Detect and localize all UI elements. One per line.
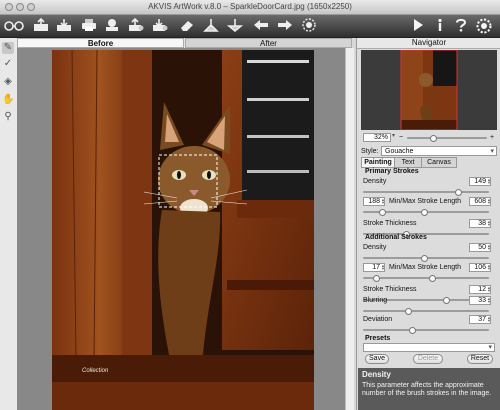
zoom-track[interactable] bbox=[407, 137, 487, 139]
forward-icon[interactable] bbox=[276, 18, 294, 34]
hand-tool-icon[interactable]: ✋ bbox=[2, 94, 14, 106]
additional-strokes-title: Additional Strokes bbox=[365, 234, 427, 241]
style-row: Style: Gouache ▾ bbox=[361, 146, 497, 156]
additional-max-field[interactable]: 106 ▲ ▼ bbox=[469, 263, 491, 272]
presets-title: Presets bbox=[365, 335, 391, 342]
reset-button[interactable]: Reset bbox=[467, 354, 493, 364]
import-icon[interactable] bbox=[202, 18, 220, 34]
tab-after[interactable]: After bbox=[185, 38, 352, 48]
zoom-row: 32% ▾ − + bbox=[361, 133, 497, 143]
info-icon[interactable] bbox=[431, 18, 449, 34]
back-icon[interactable] bbox=[252, 18, 270, 34]
additional-min-knob[interactable] bbox=[373, 275, 380, 282]
navigator-preview[interactable] bbox=[361, 50, 497, 130]
deviation-label: Deviation bbox=[363, 316, 393, 323]
pen-tool-icon[interactable]: ✓ bbox=[2, 58, 14, 70]
blurring-track[interactable] bbox=[363, 310, 489, 312]
zoom-field[interactable]: 32% bbox=[363, 133, 391, 142]
primary-min-knob[interactable] bbox=[379, 209, 386, 216]
blurring-field[interactable]: 33 ▲ ▼ bbox=[469, 296, 491, 305]
batch-preset-icon[interactable] bbox=[151, 18, 169, 34]
save-icon[interactable] bbox=[55, 18, 73, 34]
additional-minmax-label: Min/Max Stroke Length bbox=[389, 264, 461, 271]
preferences-icon[interactable] bbox=[475, 18, 493, 34]
help-title: Density bbox=[362, 370, 391, 379]
run-icon[interactable] bbox=[409, 18, 427, 34]
settings-tabs: Painting Text Canvas bbox=[361, 157, 497, 168]
zoom-tool-icon[interactable]: ⚲ bbox=[2, 111, 14, 123]
brush-tool-icon[interactable]: ✎ bbox=[2, 42, 14, 54]
additional-density-knob[interactable] bbox=[421, 255, 428, 262]
style-label: Style: bbox=[361, 148, 379, 155]
additional-max-knob[interactable] bbox=[429, 275, 436, 282]
help-panel: Density This parameter affects the appro… bbox=[358, 368, 500, 410]
chevron-down-icon: ▾ bbox=[488, 344, 492, 351]
additional-minmax-track[interactable] bbox=[363, 277, 489, 279]
primary-density-field[interactable]: 149 ▲ ▼ bbox=[469, 177, 491, 186]
view-tabs: Before After bbox=[17, 38, 352, 48]
glasses-icon[interactable] bbox=[3, 18, 25, 34]
zoom-in-icon[interactable]: + bbox=[490, 133, 494, 142]
additional-density-field[interactable]: 50 ▲ ▼ bbox=[469, 243, 491, 252]
settings-icon[interactable] bbox=[300, 18, 318, 34]
help-icon[interactable] bbox=[452, 18, 470, 34]
print-icon[interactable] bbox=[80, 18, 98, 34]
delete-preset-button[interactable]: Delete bbox=[413, 354, 443, 364]
primary-min-field[interactable]: 188 ▲ ▼ bbox=[363, 197, 385, 206]
primary-max-field[interactable]: 608 ▲ ▼ bbox=[469, 197, 491, 206]
additional-thickness-field[interactable]: 12 ▲ ▼ bbox=[469, 285, 491, 294]
canvas-scrollbar[interactable] bbox=[345, 48, 354, 410]
batch-icon[interactable] bbox=[127, 17, 145, 34]
chevron-down-icon: ▾ bbox=[490, 148, 494, 155]
primary-density-track[interactable] bbox=[363, 191, 489, 193]
zoom-out-icon[interactable]: − bbox=[399, 133, 403, 142]
primary-max-knob[interactable] bbox=[421, 209, 428, 216]
additional-thickness-label: Stroke Thickness bbox=[363, 286, 417, 293]
primary-strokes-title: Primary Strokes bbox=[365, 168, 419, 175]
style-value: Gouache bbox=[385, 148, 414, 155]
blurring-knob[interactable] bbox=[405, 308, 412, 315]
window-title: AKVIS ArtWork v.8.0 – SparkleDoorCard.jp… bbox=[148, 2, 352, 11]
cat-door-photo: Collection bbox=[52, 50, 314, 410]
export-icon[interactable] bbox=[226, 18, 244, 34]
title-bar: AKVIS ArtWork v.8.0 – SparkleDoorCard.jp… bbox=[0, 0, 500, 15]
main-toolbar bbox=[0, 15, 500, 38]
zoom-slider-knob[interactable] bbox=[429, 135, 437, 142]
deviation-knob[interactable] bbox=[409, 327, 416, 334]
blurring-label: Blurring bbox=[363, 297, 388, 304]
image-canvas[interactable]: Collection bbox=[17, 48, 345, 410]
watermark: Collection bbox=[82, 368, 109, 374]
deviation-field[interactable]: 37 ▲ ▼ bbox=[469, 315, 491, 324]
dropper-tool-icon[interactable]: ◈ bbox=[2, 76, 14, 88]
primary-density-knob[interactable] bbox=[455, 189, 462, 196]
primary-density-label: Density bbox=[363, 178, 387, 185]
style-select[interactable]: Gouache ▾ bbox=[381, 146, 497, 156]
help-text: This parameter affects the approximate n… bbox=[362, 382, 492, 397]
zoom-dropdown-icon[interactable]: ▾ bbox=[392, 132, 395, 141]
tool-strip: ✎ ✓ ◈ ✋ ⚲ bbox=[0, 38, 18, 410]
additional-density-label: Density bbox=[363, 244, 387, 251]
additional-min-field[interactable]: 17 ▲ ▼ bbox=[363, 263, 385, 272]
tab-before[interactable]: Before bbox=[17, 38, 184, 48]
open-icon[interactable] bbox=[32, 17, 50, 34]
deviation-track[interactable] bbox=[363, 329, 489, 331]
navigator-title: Navigator bbox=[357, 38, 500, 49]
primary-minmax-label: Min/Max Stroke Length bbox=[389, 198, 461, 205]
eraser-icon[interactable] bbox=[178, 18, 196, 34]
blur-deviation-group: Blurring 33 ▲ ▼ Deviation 37 ▲ ▼ bbox=[361, 295, 497, 335]
presets-group: Presets ▾ Save Delete Reset bbox=[361, 334, 497, 366]
save-preset-button[interactable]: Save bbox=[365, 354, 389, 364]
share-icon[interactable] bbox=[103, 18, 121, 34]
presets-select[interactable]: ▾ bbox=[363, 343, 495, 352]
settings-panel: Navigator 32% ▾ − + Style: Gouache ▾ Pai… bbox=[356, 38, 500, 410]
primary-thickness-field[interactable]: 38 ▲ ▼ bbox=[469, 219, 491, 228]
primary-thickness-label: Stroke Thickness bbox=[363, 220, 417, 227]
